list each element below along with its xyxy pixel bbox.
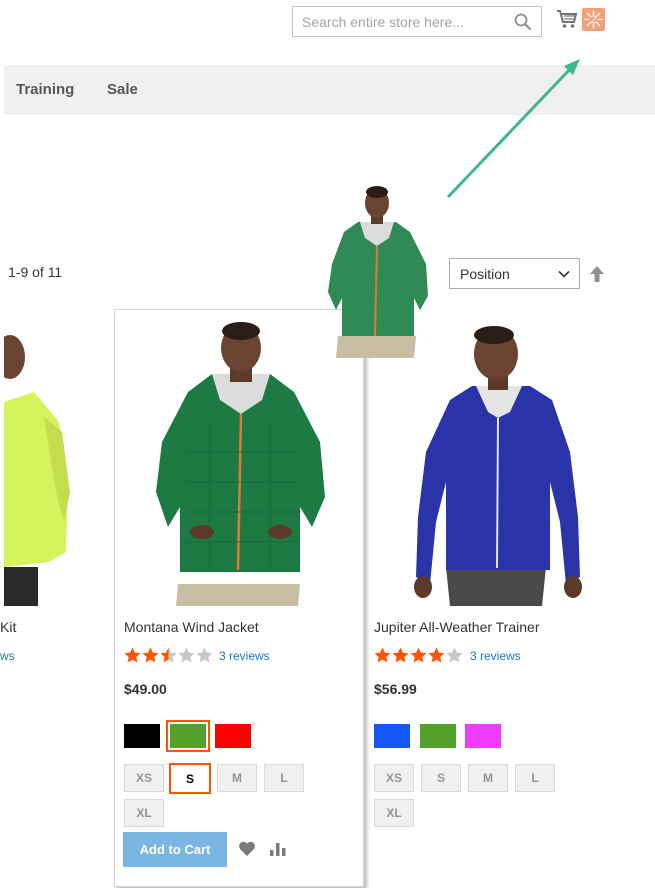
sort-selected-value: Position — [460, 266, 510, 282]
size-swatch-m[interactable]: M — [217, 764, 257, 792]
product-name[interactable]: Kit — [0, 619, 16, 635]
nav-item-training[interactable]: Training — [16, 81, 74, 98]
cart-count: 2 — [590, 13, 597, 26]
product-name[interactable]: Montana Wind Jacket — [124, 619, 259, 635]
compare-icon[interactable] — [269, 841, 287, 857]
cart-icon[interactable] — [556, 8, 578, 30]
size-swatch-m[interactable]: M — [468, 764, 508, 792]
product-image[interactable] — [150, 322, 332, 606]
cart-counter[interactable]: 2 — [582, 8, 605, 31]
size-swatch-s[interactable]: S — [421, 764, 461, 792]
size-swatch-xl[interactable]: XL — [124, 799, 164, 827]
star-icon — [142, 647, 159, 663]
product-name[interactable]: Jupiter All-Weather Trainer — [374, 619, 539, 635]
product-reviews-link[interactable]: 3 reviews — [470, 649, 521, 663]
flying-product-image — [328, 186, 428, 358]
color-swatch-green[interactable] — [420, 724, 456, 748]
chevron-down-icon — [558, 270, 570, 278]
product-reviews-link[interactable]: 3 reviews — [219, 649, 270, 663]
product-image[interactable] — [4, 322, 104, 606]
size-swatch-s[interactable]: S — [169, 763, 211, 794]
search-input[interactable] — [293, 7, 503, 36]
product-price: $56.99 — [374, 681, 417, 697]
color-swatch-green[interactable] — [166, 720, 210, 752]
star-icon — [446, 647, 463, 663]
star-icon — [428, 647, 445, 663]
product-reviews-link[interactable]: ws — [0, 649, 15, 663]
star-icon — [160, 647, 177, 663]
sort-select[interactable]: Position — [449, 258, 580, 289]
rating-stars — [374, 647, 463, 663]
star-icon — [374, 647, 391, 663]
rating-stars — [124, 647, 213, 663]
size-swatch-l[interactable]: L — [515, 764, 555, 792]
size-swatch-l[interactable]: L — [264, 764, 304, 792]
size-swatch-xs[interactable]: XS — [124, 764, 164, 792]
star-icon — [196, 647, 213, 663]
add-to-cart-button[interactable]: Add to Cart — [123, 832, 227, 867]
arrow-up-icon[interactable] — [589, 265, 605, 283]
heart-icon[interactable] — [238, 841, 256, 857]
color-swatch-purple[interactable] — [465, 724, 501, 748]
color-swatch-blue[interactable] — [374, 724, 410, 748]
nav-item-sale[interactable]: Sale — [107, 81, 138, 98]
product-price: $49.00 — [124, 681, 167, 697]
star-icon — [392, 647, 409, 663]
color-swatch-red[interactable] — [215, 724, 251, 748]
product-image[interactable] — [410, 322, 586, 606]
fly-to-cart-arrow — [446, 59, 580, 199]
size-swatch-xl[interactable]: XL — [374, 799, 414, 827]
search-box[interactable] — [292, 6, 542, 37]
star-icon — [178, 647, 195, 663]
size-swatch-xs[interactable]: XS — [374, 764, 414, 792]
star-icon — [124, 647, 141, 663]
color-swatch-black[interactable] — [124, 724, 160, 748]
star-icon — [410, 647, 427, 663]
toolbar-amount: 1-9 of 11 — [8, 264, 63, 280]
search-icon[interactable] — [514, 13, 532, 31]
